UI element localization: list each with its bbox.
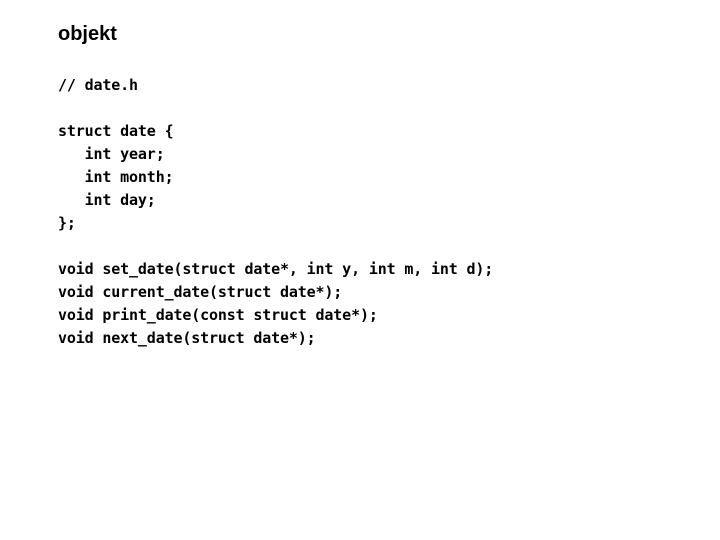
code-line: void next_date(struct date*); [58, 329, 316, 347]
code-line: void current_date(struct date*); [58, 283, 343, 301]
slide-canvas: objekt // date.h struct date { int year;… [0, 0, 720, 540]
page-title: objekt [58, 23, 117, 45]
code-line: void set_date(struct date*, int y, int m… [58, 260, 494, 278]
code-line: // date.h [58, 76, 138, 94]
code-block-comment: // date.h [58, 74, 678, 97]
code-line: struct date { [58, 122, 174, 140]
code-line: int month; [58, 168, 174, 186]
code-line: void print_date(const struct date*); [58, 306, 378, 324]
code-block-struct-definition: struct date { int year; int month; int d… [58, 120, 678, 235]
code-listing: // date.h struct date { int year; int mo… [58, 74, 678, 350]
code-line: }; [58, 214, 76, 232]
code-block-function-declarations: void set_date(struct date*, int y, int m… [58, 258, 678, 350]
code-line: int year; [58, 145, 165, 163]
code-line: int day; [58, 191, 156, 209]
